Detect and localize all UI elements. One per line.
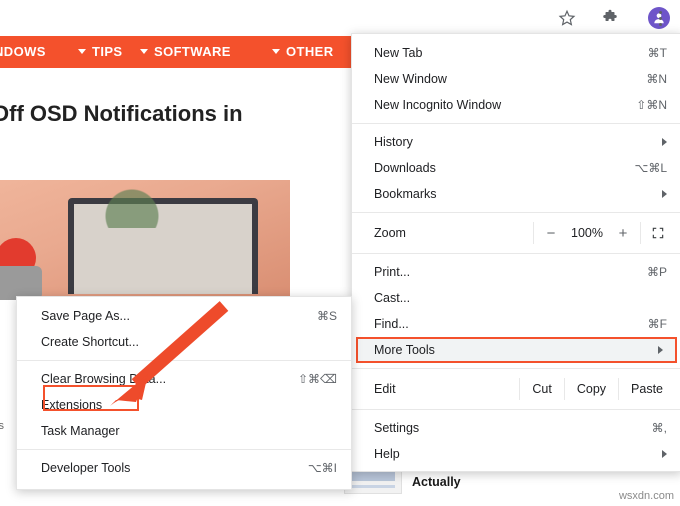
nav-label-other: OTHER: [286, 44, 334, 59]
browser-toolbar: [0, 0, 680, 36]
menu-label: New Tab: [374, 46, 423, 60]
menu-divider: [352, 368, 680, 369]
chevron-right-icon: [662, 450, 667, 458]
menu-label: More Tools: [374, 343, 435, 357]
menu-label: Settings: [374, 421, 420, 435]
nav-item-windows[interactable]: NDOWS: [0, 44, 46, 59]
submenu-item-developer-tools[interactable]: Developer Tools ⌥⌘I: [17, 455, 351, 481]
menu-item-zoom: Zoom − 100% +: [352, 218, 680, 248]
menu-divider: [352, 123, 680, 124]
hero-image: [0, 180, 290, 300]
menu-accel: ⌘,: [651, 421, 667, 435]
menu-item-find[interactable]: Find... ⌘F: [352, 311, 680, 337]
nav-item-tips[interactable]: TIPS: [78, 44, 123, 59]
nav-label-software: SOFTWARE: [154, 44, 231, 59]
menu-label: Print...: [374, 265, 411, 279]
nav-item-other[interactable]: OTHER: [272, 44, 334, 59]
menu-accel: ⌘T: [647, 46, 667, 60]
edit-label: Edit: [374, 382, 396, 396]
menu-item-help[interactable]: Help: [352, 441, 680, 467]
menu-item-bookmarks[interactable]: Bookmarks: [352, 181, 680, 207]
left-gutter: [0, 300, 16, 480]
hero-gray-object: [0, 266, 42, 300]
zoom-in-button[interactable]: +: [610, 225, 636, 242]
menu-item-edit: Edit Cut Copy Paste: [352, 374, 680, 404]
zoom-out-button[interactable]: −: [538, 225, 564, 242]
menu-item-new-tab[interactable]: New Tab ⌘T: [352, 40, 680, 66]
menu-divider: [352, 253, 680, 254]
edit-cut-button[interactable]: Cut: [520, 382, 563, 396]
chevron-down-icon: [78, 49, 86, 54]
menu-accel: ⌘F: [647, 317, 667, 331]
menu-label: Bookmarks: [374, 187, 437, 201]
menu-accel: ⌥⌘I: [307, 461, 337, 475]
menu-label: Cast...: [374, 291, 411, 305]
screenshot-root: NDOWS TIPS SOFTWARE OTHER Off OSD Notifi…: [0, 0, 680, 506]
menu-label: New Incognito Window: [374, 98, 502, 112]
menu-accel: ⌥⌘L: [634, 161, 667, 175]
menu-item-cast[interactable]: Cast...: [352, 285, 680, 311]
menu-item-history[interactable]: History: [352, 129, 680, 155]
chevron-right-icon: [662, 138, 667, 146]
menu-item-new-window[interactable]: New Window ⌘N: [352, 66, 680, 92]
menu-accel: ⌘P: [646, 265, 667, 279]
nav-label-tips: TIPS: [92, 44, 123, 59]
fullscreen-icon[interactable]: [645, 226, 671, 240]
menu-item-more-tools[interactable]: More Tools: [356, 337, 677, 363]
chevron-right-icon: [658, 346, 663, 354]
menu-label: History: [374, 135, 413, 149]
zoom-label: Zoom: [374, 226, 406, 240]
zoom-value: 100%: [571, 226, 603, 240]
chevron-right-icon: [662, 190, 667, 198]
menu-label: Task Manager: [41, 424, 120, 438]
chevron-down-icon: [140, 49, 148, 54]
puzzle-piece-icon[interactable]: [600, 8, 620, 28]
chrome-menu-button[interactable]: [652, 5, 668, 31]
menu-label: New Window: [374, 72, 447, 86]
menu-label: Help: [374, 447, 400, 461]
menu-divider: [352, 212, 680, 213]
bookmark-star-icon[interactable]: [557, 8, 577, 28]
gutter-text: is: [0, 420, 4, 432]
nav-label-windows: NDOWS: [0, 44, 46, 59]
menu-item-print[interactable]: Print... ⌘P: [352, 259, 680, 285]
page-title: Off OSD Notifications in: [0, 101, 243, 126]
edit-paste-button[interactable]: Paste: [619, 382, 675, 396]
menu-label: Downloads: [374, 161, 436, 175]
menu-label: Developer Tools: [41, 461, 131, 475]
chrome-main-menu: New Tab ⌘T New Window ⌘N New Incognito W…: [351, 33, 680, 472]
menu-label: Find...: [374, 317, 409, 331]
menu-item-new-incognito-window[interactable]: New Incognito Window ⇧⌘N: [352, 92, 680, 118]
annotation-arrow: [110, 301, 229, 406]
menu-item-settings[interactable]: Settings ⌘,: [352, 415, 680, 441]
nav-item-software[interactable]: SOFTWARE: [140, 44, 231, 59]
hero-foliage: [100, 180, 180, 228]
menu-accel: ⇧⌘⌫: [297, 372, 337, 386]
edit-copy-button[interactable]: Copy: [565, 382, 618, 396]
menu-accel: ⇧⌘N: [636, 98, 667, 112]
menu-item-downloads[interactable]: Downloads ⌥⌘L: [352, 155, 680, 181]
menu-accel: ⌘N: [646, 72, 667, 86]
chevron-down-icon: [272, 49, 280, 54]
watermark: wsxdn.com: [618, 490, 674, 502]
menu-divider: [17, 449, 351, 450]
menu-divider: [352, 409, 680, 410]
menu-accel: ⌘S: [316, 309, 337, 323]
